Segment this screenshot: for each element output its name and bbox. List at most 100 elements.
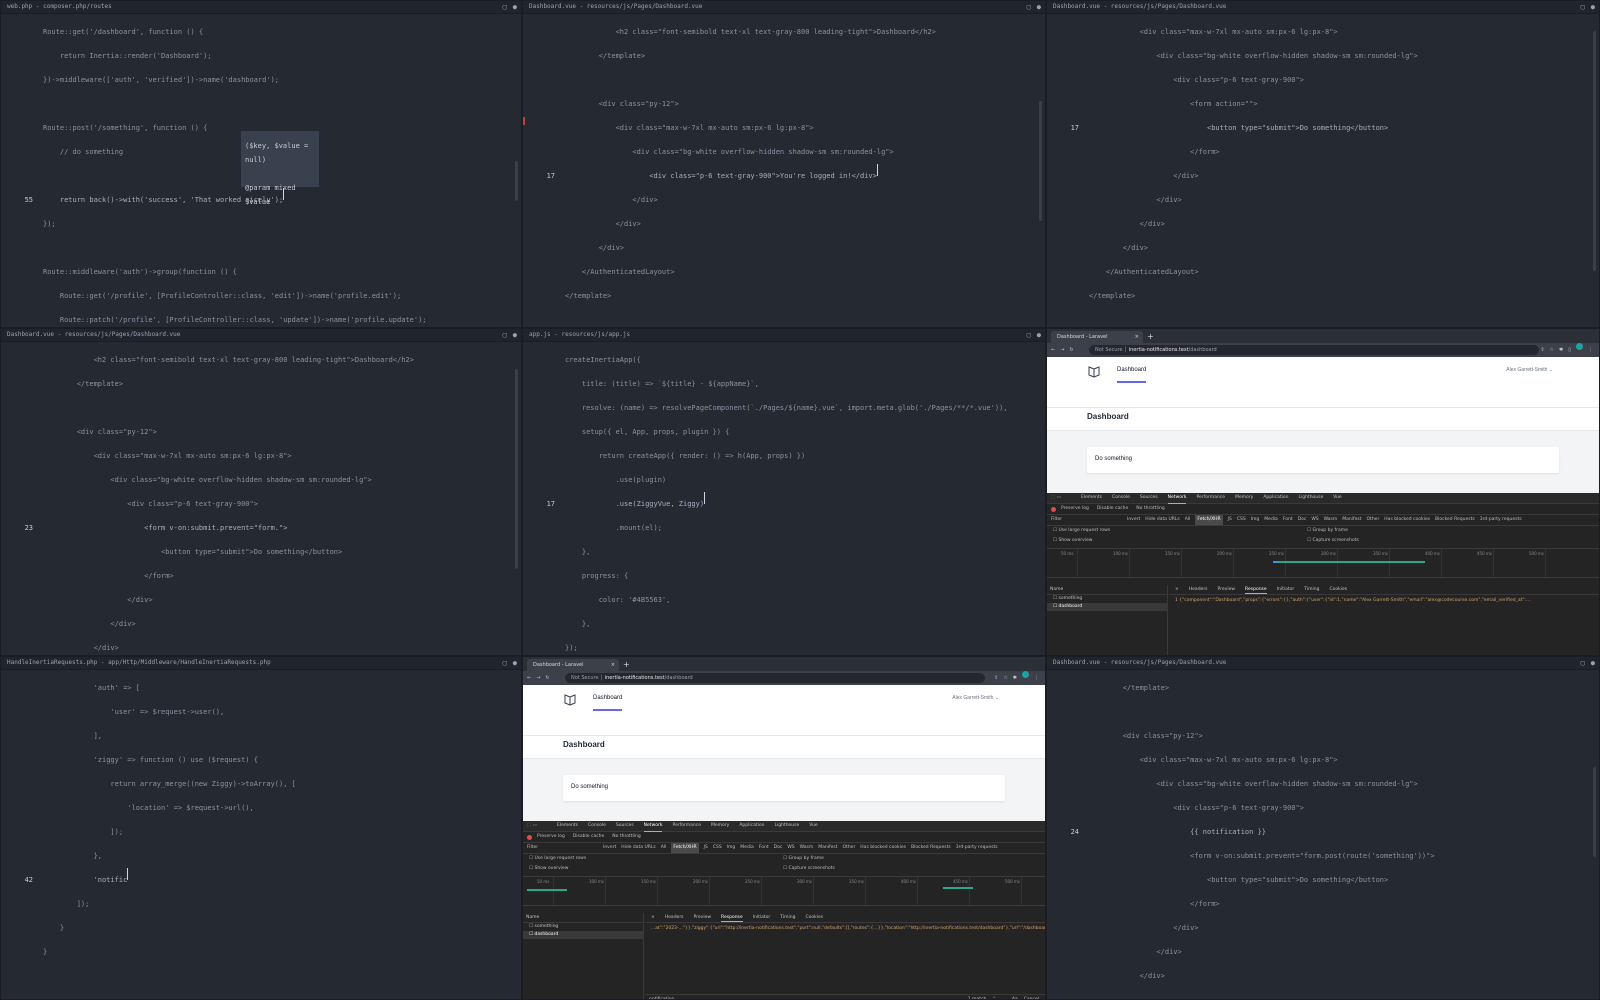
request-row[interactable]: ☐ something [1047, 595, 1167, 603]
toolbar-option[interactable]: Preserve log [1061, 504, 1089, 514]
code-line[interactable]: </div> [1, 588, 521, 612]
record-icon[interactable] [527, 835, 532, 840]
devtools-tab[interactable]: Lighthouse [774, 821, 799, 832]
code-line[interactable]: ]); [1, 820, 521, 844]
code-line[interactable]: </template> [1047, 284, 1599, 308]
close-icon[interactable]: ● [513, 1, 517, 13]
star-icon[interactable]: ☆ [1550, 343, 1554, 357]
code-line[interactable]: return array_merge((new Ziggy)->toArray(… [1, 772, 521, 796]
new-tab-icon[interactable]: + [1147, 331, 1154, 343]
split-icon[interactable]: ▢ [1581, 657, 1585, 669]
devtools-tab[interactable]: Sources [616, 821, 634, 832]
filter-type[interactable]: Doc [774, 843, 783, 853]
code-line[interactable] [1, 396, 521, 420]
detail-tab[interactable]: Preview [694, 913, 712, 922]
close-icon[interactable]: ● [1591, 657, 1595, 669]
detail-tab[interactable]: Preview [1218, 585, 1236, 594]
code-line[interactable]: 17 <button type="submit">Do something</b… [1047, 116, 1599, 140]
devtools-tab[interactable]: Lighthouse [1298, 493, 1323, 504]
toolbar-option[interactable]: No throttling [612, 832, 640, 842]
extensions-icon[interactable]: ✱ [1559, 343, 1563, 357]
profile-avatar[interactable] [1022, 671, 1029, 678]
devtools-panel[interactable]: ⬚ ▭ Elements Console Sources Network Performa… [1047, 493, 1599, 655]
filter-type[interactable]: All [1185, 515, 1191, 525]
code-area[interactable]: 'auth' => [ 'user' => $request->user(), … [1, 670, 521, 964]
do-something-button[interactable]: Do something [571, 784, 608, 790]
forward-icon[interactable]: → [1060, 343, 1064, 357]
devtools-panel[interactable]: ⬚ ▭ Elements Console Sources Network Performa… [523, 821, 1045, 999]
close-detail-icon[interactable]: × [1175, 585, 1179, 594]
filter-input[interactable]: Filter [1051, 515, 1062, 525]
share-icon[interactable]: ⇪ [994, 671, 998, 685]
code-line[interactable]: 'user' => $request->user(), [1, 700, 521, 724]
code-line[interactable]: </template> [523, 44, 1045, 68]
address-bar[interactable]: Not Secure │ inertia-notifications.test/… [1089, 345, 1539, 355]
code-line[interactable]: </div> [1047, 916, 1599, 940]
inspect-icon[interactable]: ⬚ ▭ [1051, 493, 1061, 503]
devtools-tab[interactable]: Console [588, 821, 606, 832]
devtools-tab[interactable]: Application [1263, 493, 1288, 504]
close-icon[interactable]: ● [1037, 1, 1041, 13]
code-line[interactable]: createInertiaApp({ [523, 348, 1045, 372]
code-line[interactable]: </div> [1, 636, 521, 655]
detail-tab[interactable]: Response [721, 913, 743, 922]
code-line[interactable]: color: '#4B5563', [523, 588, 1045, 612]
laravel-logo-icon[interactable] [1087, 365, 1101, 379]
filter-type[interactable]: Media [740, 843, 754, 853]
filter-type[interactable]: Other [1367, 515, 1380, 525]
code-line[interactable]: </form> [1, 564, 521, 588]
code-line[interactable]: </template> [523, 284, 1045, 308]
detail-tab[interactable]: Timing [780, 913, 795, 922]
split-icon[interactable]: ▢ [1581, 1, 1585, 13]
code-line[interactable]: <form v-on:submit.prevent="form.post(rou… [1047, 844, 1599, 868]
menu-icon[interactable]: ⋮ [1034, 671, 1039, 685]
menu-icon[interactable]: ⋮ [1588, 343, 1593, 357]
code-line[interactable]: <h2 class="font-semibold text-xl text-gr… [523, 20, 1045, 44]
code-line[interactable]: })->middleware(['auth', 'verified'])->na… [1, 68, 521, 92]
chevron-down-icon[interactable]: ⌄ [1002, 995, 1006, 999]
toolbar-option[interactable]: Disable cache [573, 832, 604, 842]
inspect-icon[interactable]: ⬚ ▭ [527, 821, 537, 831]
code-line[interactable]: <div class="bg-white overflow-hidden sha… [1, 468, 521, 492]
editor-pane-dashboard-2[interactable]: Dashboard.vue - resources/js/Pages/Dashb… [1046, 0, 1600, 328]
code-line[interactable]: ]); [1, 892, 521, 916]
code-line[interactable]: }, [523, 612, 1045, 636]
network-timeline[interactable]: 50 ms 100 ms 150 ms 200 ms 250 ms 300 ms 350 m… [1047, 549, 1599, 578]
scrollbar[interactable] [515, 369, 518, 569]
name-column-header[interactable]: Name [523, 913, 643, 923]
profile-avatar[interactable] [1576, 343, 1583, 350]
filter-type[interactable]: Font [1283, 515, 1293, 525]
filter-type[interactable]: Fetch/XHR [671, 843, 699, 853]
code-line[interactable]: </form> [1047, 892, 1599, 916]
do-something-button[interactable]: Do something [1095, 456, 1132, 462]
code-line[interactable]: 'ziggy' => function () use ($request) { [1, 748, 521, 772]
devtools-tab[interactable]: Memory [1235, 493, 1253, 504]
filter-type[interactable]: All [661, 843, 667, 853]
devtools-tab[interactable]: Network [643, 821, 663, 832]
code-area[interactable]: </template> <div class="py-12"> <div cla… [1047, 670, 1599, 988]
code-line[interactable]: <div class="bg-white overflow-hidden sha… [523, 140, 1045, 164]
code-line[interactable]: </AuthenticatedLayout> [523, 260, 1045, 284]
code-line[interactable]: </AuthenticatedLayout> [1047, 260, 1599, 284]
code-line[interactable]: }); [523, 636, 1045, 655]
filter-type[interactable]: Has blocked cookies [1384, 515, 1430, 525]
code-line[interactable]: <div class="p-6 text-gray-900"> [1, 492, 521, 516]
code-line[interactable]: <div class="max-w-7xl mx-auto sm:px-6 lg… [1047, 20, 1599, 44]
editor-pane-appjs[interactable]: app.js - resources/js/app.js ▢ ● createIn… [522, 328, 1046, 656]
code-line[interactable]: }); [1, 212, 521, 236]
code-line[interactable]: </div> [1047, 188, 1599, 212]
request-row[interactable]: ☐ something [523, 923, 643, 931]
editor-pane-dashboard-4[interactable]: Dashboard.vue - resources/js/Pages/Dashb… [1046, 656, 1600, 1000]
browser-window-1[interactable]: Dashboard - Laravel × + ← → ↻ Not Secure │… [1046, 328, 1600, 656]
filter-type[interactable]: Invert [603, 843, 616, 853]
record-icon[interactable] [1051, 507, 1056, 512]
filter-type[interactable]: JS [1228, 515, 1232, 525]
code-line[interactable]: <button type="submit">Do something</butt… [1, 540, 521, 564]
filter-type[interactable]: Wasm [800, 843, 814, 853]
option-checkbox[interactable]: ☐ Show overview [529, 866, 568, 871]
code-area[interactable]: createInertiaApp({ title: (title) => `${… [523, 342, 1045, 655]
code-line[interactable]: 23 <form v-on:submit.prevent="form."> [1, 516, 521, 540]
split-icon[interactable]: ▢ [1027, 1, 1031, 13]
split-icon[interactable]: ▢ [503, 329, 507, 341]
close-icon[interactable]: ● [1037, 329, 1041, 341]
